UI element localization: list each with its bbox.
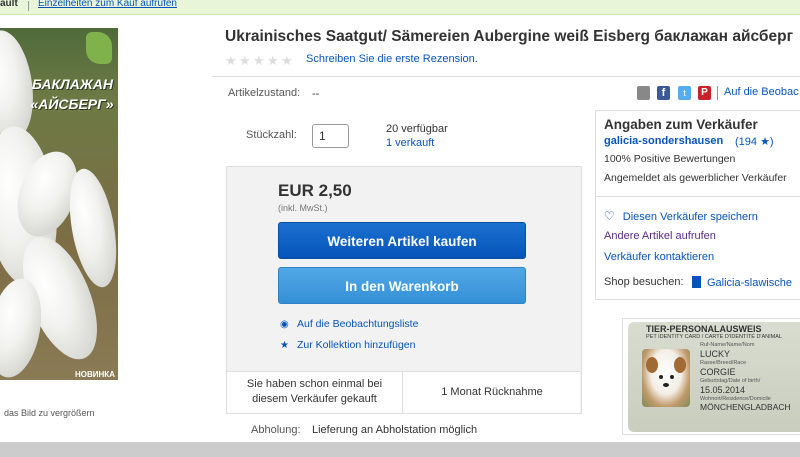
star-icon: ★	[281, 53, 293, 68]
add-to-collection-link[interactable]: ★ Zur Kollektion hinzufügen	[280, 339, 416, 351]
eye-icon: ◉	[280, 319, 289, 330]
previous-purchase-line2: diesem Verkäufer gekauft	[252, 393, 377, 405]
buy-now-button[interactable]: Weiteren Artikel kaufen	[278, 222, 526, 259]
price-tax-note: (inkl. MwSt.)	[278, 203, 328, 213]
star-icon: ★	[239, 53, 251, 68]
other-items-link[interactable]: Andere Artikel aufrufen	[604, 230, 716, 242]
write-review-link[interactable]: Schreiben Sie die erste Rezension.	[306, 53, 478, 65]
heart-icon: ♡	[604, 209, 615, 223]
seller-registration: Angemeldet als gewerblicher Verkäufer	[604, 172, 787, 184]
twitter-share-icon[interactable]: t	[678, 86, 691, 100]
seller-shop-link[interactable]: Galicia-slawische	[692, 276, 792, 289]
ad-card-name: LUCKY	[700, 349, 731, 359]
top-bar-divider	[28, 1, 29, 11]
seller-name-link[interactable]: galicia-sondershausen	[604, 135, 723, 147]
email-share-icon[interactable]	[637, 86, 650, 100]
pickup-value: Lieferung an Abholstation möglich	[312, 424, 478, 436]
condition-label: Artikelzustand:	[228, 87, 301, 99]
visit-shop-label: Shop besuchen:	[604, 276, 684, 288]
horizontal-scrollbar[interactable]	[0, 442, 800, 457]
seller-divider	[595, 196, 800, 197]
condition-value: --	[312, 88, 320, 100]
title-divider	[212, 76, 800, 77]
save-seller-label: Diesen Verkäufer speichern	[622, 211, 758, 223]
quantity-input[interactable]: 1	[312, 124, 349, 148]
product-image[interactable]: БАКЛАЖАН «АЙСБЕРГ» НОВИНКА НЫ	[0, 28, 118, 380]
pickup-label: Abholung:	[251, 424, 301, 436]
seller-shop-label: Galicia-slawische	[707, 277, 792, 289]
purchase-details-link[interactable]: Einzelheiten zum Kauf aufrufen	[38, 0, 177, 9]
seller-positive-feedback: 100% Positive Bewertungen	[604, 153, 736, 165]
star-icon: ★	[280, 340, 289, 351]
add-to-collection-label: Zur Kollektion hinzufügen	[297, 339, 416, 351]
ad-card-subheading: PET IDENTITY CARD / CARTE D'IDENTITÉ D'A…	[646, 334, 782, 340]
returns-policy: 1 Monat Rücknahme	[441, 386, 543, 398]
brand-logo-icon	[86, 32, 112, 64]
rating-stars: ★ ★ ★ ★ ★	[225, 52, 295, 68]
watch-item-link[interactable]: Auf die Beobac	[724, 86, 799, 98]
sold-count-link[interactable]: 1 verkauft	[386, 137, 434, 149]
star-icon: ★	[267, 53, 279, 68]
top-notification-bar: ault Einzelheiten zum Kauf aufrufen	[0, 0, 800, 15]
star-icon: ★	[225, 53, 237, 68]
star-icon: ★	[253, 53, 265, 68]
shop-icon	[692, 276, 701, 288]
package-title-line2: «АЙСБЕРГ»	[30, 96, 114, 112]
dog-photo	[642, 349, 690, 407]
seller-info-title: Angaben zum Verkäufer	[604, 117, 758, 132]
ad-card-breed: CORGIE	[700, 367, 736, 377]
new-badge: НОВИНКА	[75, 370, 115, 379]
ad-card-breed-caption: Rasse/Breed/Race	[700, 360, 747, 366]
add-to-watchlist-label: Auf die Beobachtungsliste	[297, 318, 419, 330]
ad-card-birth-caption: Geburtstag/Date of birth/	[700, 378, 761, 384]
top-bar-text: ault	[0, 0, 18, 9]
quantity-label: Stückzahl:	[246, 129, 297, 141]
ad-card-birth: 15.05.2014	[700, 385, 746, 395]
facebook-share-icon[interactable]: f	[657, 86, 670, 100]
add-to-cart-button[interactable]: In den Warenkorb	[278, 267, 526, 304]
price: EUR 2,50	[278, 181, 352, 200]
enlarge-image-hint: das Bild zu vergrößern	[4, 408, 95, 418]
add-to-watchlist-link[interactable]: ◉ Auf die Beobachtungsliste	[280, 318, 418, 330]
share-divider	[717, 86, 718, 100]
buy-box-info-row: Sie haben schon einmal bei diesem Verkäu…	[227, 371, 580, 413]
contact-seller-link[interactable]: Verkäufer kontaktieren	[604, 251, 714, 263]
ad-card-heading: TIER-PERSONALAUSWEIS	[646, 324, 762, 334]
available-count: 20 verfügbar	[386, 123, 448, 135]
previous-purchase-note: Sie haben schon einmal bei diesem Verkäu…	[227, 372, 403, 413]
ad-card-place: MÖNCHENGLADBACH	[700, 402, 791, 412]
product-title: Ukrainisches Saatgut/ Sämereien Aubergin…	[225, 28, 794, 45]
package-title-line1: БАКЛАЖАН	[31, 76, 114, 92]
previous-purchase-line1: Sie haben schon einmal bei	[246, 378, 383, 390]
save-seller-link[interactable]: ♡ Diesen Verkäufer speichern	[604, 209, 758, 223]
ad-card-name-caption: Ruf-Name/Name/Nom	[700, 342, 755, 348]
pinterest-share-icon[interactable]: P	[698, 86, 711, 100]
seller-feedback-score[interactable]: (194 ★)	[735, 135, 774, 148]
